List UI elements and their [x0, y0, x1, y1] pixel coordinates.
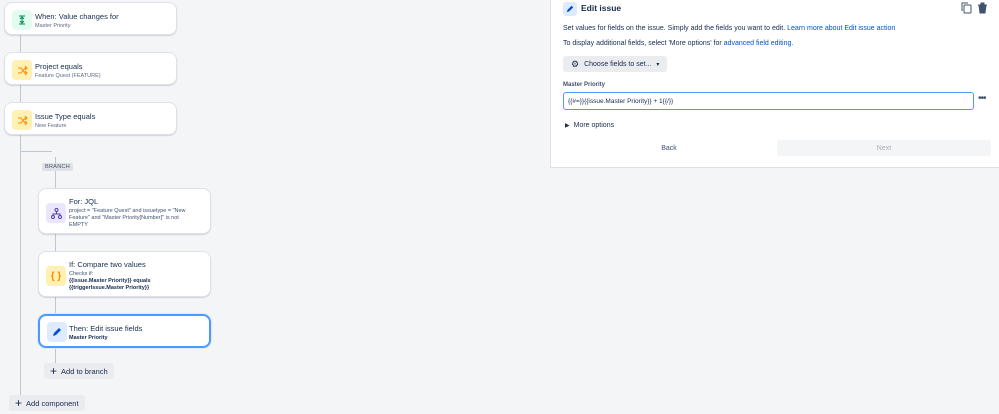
choose-fields-button[interactable]: ⚙ Choose fields to set... ▾ — [563, 56, 668, 72]
panel-intro: Set values for fields on the issue. Simp… — [563, 25, 895, 32]
branch-if-card[interactable]: { } If: Compare two values Checks if: {{… — [38, 251, 211, 297]
master-priority-label: Master Priority — [563, 82, 606, 88]
pencil-icon — [563, 2, 577, 16]
master-priority-input[interactable]: {{#=}}{{issue.Master Priority}} + 1{{/}} — [563, 92, 974, 110]
trigger-icon — [12, 10, 32, 30]
add-to-branch-button[interactable]: + Add to branch — [44, 363, 114, 379]
copy-icon[interactable] — [961, 2, 972, 17]
branch-if-title: If: Compare two values — [69, 260, 146, 269]
add-to-branch-label: Add to branch — [61, 366, 108, 376]
advanced-field-editing-link[interactable]: advanced field editing. — [724, 40, 794, 47]
panel-intro-text: Set values for fields on the issue. Simp… — [563, 25, 786, 32]
branch-if-checks: Checks if: — [69, 271, 94, 277]
branch-then-sub: Master Priority — [69, 335, 108, 341]
more-options-label: More options — [573, 122, 615, 129]
branch-jql-desc: project = "Feature Quest" and issuetype … — [69, 208, 186, 228]
trigger-card[interactable]: When: Value changes for Master Priority — [4, 2, 177, 35]
panel-additional-text: To display additional fields, select 'Mo… — [563, 40, 722, 47]
learn-more-link[interactable]: Learn more about Edit issue action — [787, 25, 895, 32]
back-button[interactable]: Back — [563, 140, 775, 156]
branch-tag: BRANCH — [42, 163, 74, 171]
shuffle-icon — [12, 60, 32, 80]
gear-icon: ⚙ — [571, 58, 580, 69]
branch-then-card[interactable]: Then: Edit issue fields Master Priority — [38, 314, 211, 348]
add-component-label: Add component — [26, 398, 79, 408]
shuffle-icon — [12, 110, 32, 130]
connector-main — [20, 35, 21, 403]
trigger-sub: Master Priority — [35, 23, 71, 29]
condition-issuetype-sub: New Feature — [35, 123, 67, 129]
edit-issue-panel: Edit issue Set values for fields on the … — [550, 0, 999, 168]
next-button[interactable]: Next — [777, 140, 991, 156]
chevron-down-icon: ▾ — [656, 61, 660, 68]
branch-jql-title: For: JQL — [69, 197, 99, 206]
braces-icon: { } — [46, 266, 66, 286]
panel-additional: To display additional fields, select 'Mo… — [563, 40, 793, 47]
branch-if-line2: {{triggerIssue.Master Priority}} — [69, 285, 150, 291]
trash-icon[interactable] — [977, 2, 988, 17]
connector-branch-h — [20, 151, 52, 152]
condition-issuetype-card[interactable]: Issue Type equals New Feature — [4, 102, 177, 135]
condition-project-sub: Feature Quest (FEATURE) — [35, 73, 101, 79]
add-component-button[interactable]: + Add component — [9, 395, 85, 411]
branch-jql-card[interactable]: For: JQL project = "Feature Quest" and i… — [38, 188, 211, 234]
more-options-toggle[interactable]: ▶ More options — [565, 122, 614, 129]
branch-then-title: Then: Edit issue fields — [69, 324, 143, 333]
chevron-right-icon: ▶ — [565, 123, 570, 129]
condition-project-title: Project equals — [35, 62, 83, 71]
branch-if-line1: {{issue.Master Priority}} equals — [69, 278, 151, 284]
panel-title: Edit issue — [581, 3, 622, 13]
trigger-title: When: Value changes for — [35, 12, 119, 21]
branch-icon — [46, 203, 66, 223]
condition-project-card[interactable]: Project equals Feature Quest (FEATURE) — [4, 52, 177, 85]
choose-fields-label: Choose fields to set... — [584, 60, 652, 68]
pencil-icon — [47, 322, 67, 342]
plus-icon: + — [50, 364, 58, 378]
plus-icon: + — [15, 396, 23, 410]
condition-issuetype-title: Issue Type equals — [35, 112, 96, 121]
more-actions-icon[interactable]: ••• — [978, 93, 986, 104]
